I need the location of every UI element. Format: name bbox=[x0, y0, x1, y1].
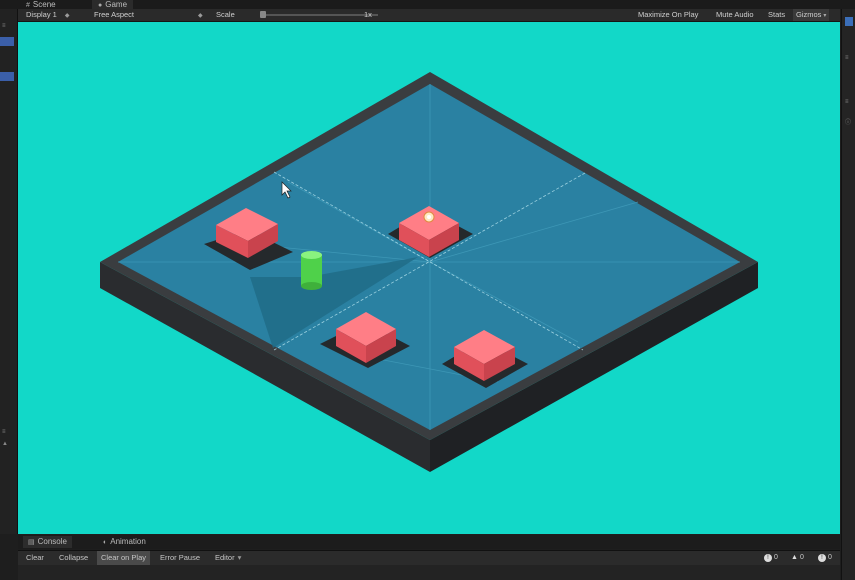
left-panel-strip: ≡ ≡ ▲ bbox=[0, 9, 18, 534]
clear-on-play-toggle[interactable]: Clear on Play bbox=[97, 551, 151, 565]
tab-animation-label: Animation bbox=[110, 537, 146, 546]
stats-toggle[interactable]: Stats bbox=[768, 9, 785, 21]
log-count: 0 bbox=[774, 554, 778, 561]
right-panel-strip: ≡ ≡ ⓘ bbox=[841, 9, 855, 580]
tab-animation[interactable]: ◐ Animation bbox=[98, 536, 151, 548]
scale-slider-thumb[interactable] bbox=[260, 11, 266, 18]
console-icon: ▤ bbox=[28, 539, 35, 546]
error-pause-toggle[interactable]: Error Pause bbox=[156, 551, 204, 565]
maximize-on-play-toggle[interactable]: Maximize On Play bbox=[638, 9, 698, 21]
scale-value: 1x bbox=[364, 10, 372, 19]
green-cylinder bbox=[301, 251, 322, 290]
warning-counter[interactable]: ▲ 0 bbox=[791, 553, 804, 563]
editor-tab-strip: # Scene ● Game bbox=[0, 0, 855, 9]
tab-game-label: Game bbox=[105, 0, 128, 9]
aspect-dropdown[interactable]: Free Aspect ◆ bbox=[94, 9, 203, 21]
scale-label: Scale bbox=[216, 10, 235, 19]
selection-marker bbox=[0, 37, 14, 46]
error-icon: ! bbox=[818, 554, 826, 562]
game-viewport[interactable] bbox=[18, 22, 840, 534]
animation-icon: ◐ bbox=[103, 539, 108, 546]
game-scene bbox=[100, 72, 758, 472]
warning-count: 0 bbox=[799, 554, 804, 561]
selection-marker bbox=[845, 17, 853, 26]
editor-dropdown-label: Editor bbox=[215, 553, 235, 562]
light-gizmo-icon bbox=[423, 211, 435, 223]
console-toolbar: Clear Collapse Clear on Play Error Pause… bbox=[18, 550, 840, 566]
chevron-down-icon: ◆ bbox=[64, 13, 70, 19]
panel-menu-icon[interactable]: ≡ bbox=[845, 55, 849, 61]
warning-icon: ▲ bbox=[791, 554, 798, 561]
tab-scene-label: Scene bbox=[32, 0, 56, 9]
selection-marker bbox=[0, 72, 14, 81]
info-icon: ! bbox=[764, 554, 772, 562]
chevron-down-icon: ▾ bbox=[823, 13, 827, 19]
tab-console[interactable]: ▤ Console bbox=[23, 536, 72, 548]
collapse-toggle[interactable]: Collapse bbox=[55, 551, 92, 565]
info-icon[interactable]: ⓘ bbox=[845, 117, 851, 126]
scale-slider-track[interactable] bbox=[263, 14, 378, 16]
mute-audio-toggle[interactable]: Mute Audio bbox=[716, 9, 754, 21]
chevron-down-icon: ◆ bbox=[198, 13, 203, 19]
tab-scene[interactable]: # Scene bbox=[20, 0, 62, 9]
console-log-area[interactable] bbox=[18, 565, 840, 580]
chevron-down-icon: ▾ bbox=[237, 553, 242, 562]
display-dropdown[interactable]: Display 1 ◆ bbox=[26, 9, 69, 21]
log-counter[interactable]: ! 0 bbox=[764, 553, 778, 563]
gizmos-toggle[interactable]: Gizmos ▾ bbox=[793, 9, 830, 21]
editor-dropdown[interactable]: Editor ▾ bbox=[211, 551, 245, 565]
error-count: 0 bbox=[828, 554, 832, 561]
console-tab-strip: ▤ Console ◐ Animation bbox=[18, 535, 840, 549]
error-counter[interactable]: ! 0 bbox=[818, 553, 832, 563]
panel-menu-icon[interactable]: ≡ bbox=[2, 429, 6, 435]
aspect-dropdown-label: Free Aspect bbox=[94, 10, 135, 19]
panel-menu-icon[interactable]: ≡ bbox=[2, 23, 6, 29]
tab-console-label: Console bbox=[37, 537, 67, 546]
gizmos-label: Gizmos bbox=[796, 10, 822, 19]
game-toolbar: Display 1 ◆ Free Aspect ◆ Scale 1x Maximiz… bbox=[18, 9, 840, 22]
clear-button[interactable]: Clear bbox=[22, 551, 48, 565]
lock-icon[interactable]: ▲ bbox=[2, 441, 8, 447]
tab-game[interactable]: ● Game bbox=[92, 0, 134, 9]
panel-menu-icon[interactable]: ≡ bbox=[845, 99, 849, 105]
display-dropdown-label: Display 1 bbox=[26, 10, 57, 19]
